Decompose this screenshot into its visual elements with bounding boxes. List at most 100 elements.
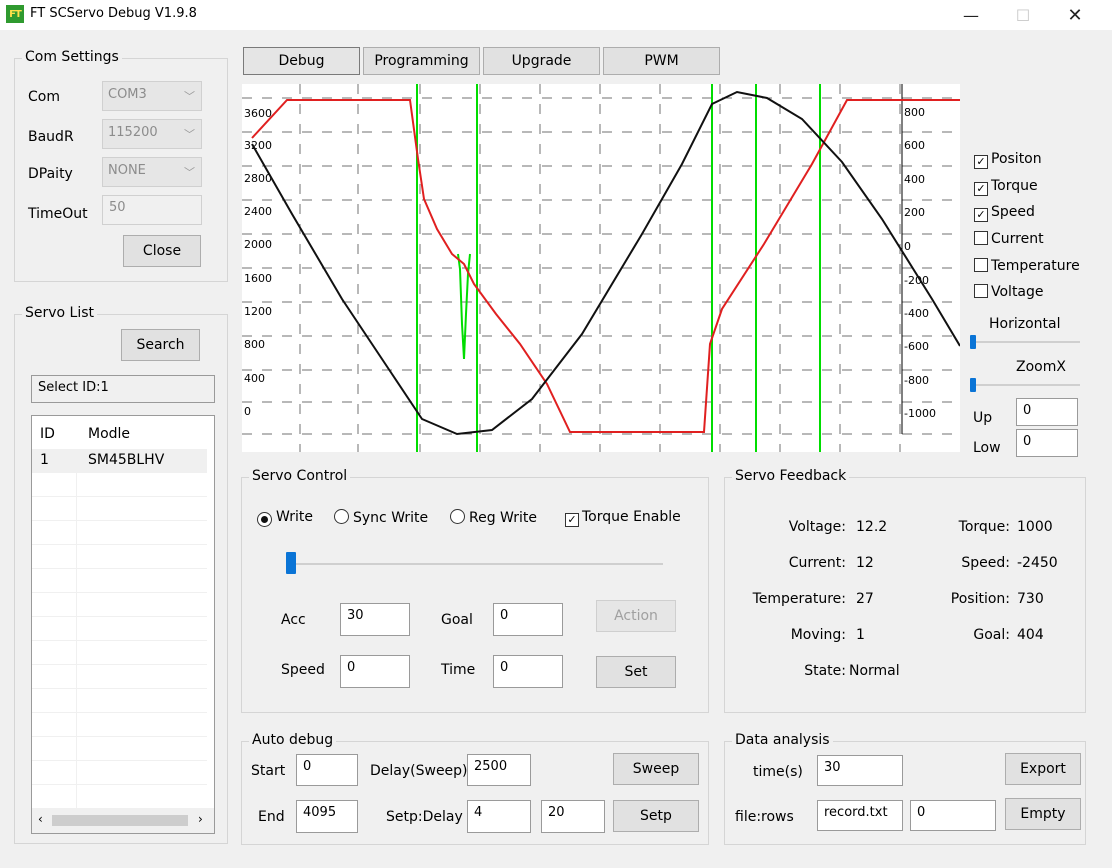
left-tick-label: 2000 <box>244 238 272 251</box>
speed-input[interactable]: 0 <box>340 655 410 688</box>
timeout-label: TimeOut <box>28 206 88 222</box>
column-header-id[interactable]: ID <box>40 426 55 442</box>
time-s-input[interactable]: 30 <box>817 755 903 786</box>
time-input[interactable]: 0 <box>493 655 563 688</box>
acc-input[interactable]: 30 <box>340 603 410 636</box>
radio-icon[interactable] <box>334 509 349 524</box>
com-select[interactable]: COM3 ﹀ <box>102 81 202 111</box>
right-tick-label: 800 <box>904 106 925 119</box>
rows-input[interactable]: 0 <box>910 800 996 831</box>
channel-current[interactable]: Current <box>974 231 1044 247</box>
goal-input[interactable]: 0 <box>493 603 563 636</box>
step-button[interactable]: Setp <box>613 800 699 832</box>
reg-write-label: Reg Write <box>469 510 538 526</box>
file-input[interactable]: record.txt <box>817 800 903 831</box>
scrollbar-thumb[interactable] <box>52 815 188 826</box>
scroll-left-icon[interactable]: ‹ <box>38 812 43 826</box>
close-icon[interactable]: ✕ <box>1052 0 1098 30</box>
baud-select[interactable]: 115200 ﹀ <box>102 119 202 149</box>
servo-control-title: Servo Control <box>249 468 351 484</box>
delay-sweep-input[interactable]: 2500 <box>467 754 531 786</box>
scroll-right-icon[interactable]: › <box>198 812 203 826</box>
tab-programming[interactable]: Programming <box>363 47 480 75</box>
checkbox-checked-icon[interactable]: ✓ <box>974 181 988 196</box>
horizontal-slider-track[interactable] <box>972 341 1080 343</box>
zoomx-slider-thumb[interactable] <box>970 378 976 392</box>
write-label: Write <box>276 509 313 525</box>
checkbox-checked-icon[interactable]: ✓ <box>565 512 579 527</box>
step-input[interactable]: 4 <box>467 800 531 833</box>
up-input[interactable]: 0 <box>1016 398 1078 426</box>
end-input[interactable]: 4095 <box>296 800 358 833</box>
position-slider-track[interactable] <box>290 563 663 565</box>
position-feedback-value: 730 <box>1017 591 1044 607</box>
set-button[interactable]: Set <box>596 656 676 688</box>
action-button[interactable]: Action <box>596 600 676 632</box>
channel-speed[interactable]: ✓ Speed <box>974 204 1035 222</box>
table-row <box>32 497 207 521</box>
torque-enable-checkbox[interactable]: ✓ Torque Enable <box>565 509 681 527</box>
position-feedback-label: Position: <box>950 591 1010 607</box>
close-port-button[interactable]: Close <box>123 235 201 267</box>
low-label: Low <box>973 440 1001 456</box>
radio-icon[interactable] <box>450 509 465 524</box>
table-row[interactable]: 1 SM45BLHV <box>32 449 207 473</box>
zoomx-slider-track[interactable] <box>972 384 1080 386</box>
tab-pwm[interactable]: PWM <box>603 47 720 75</box>
channel-voltage[interactable]: Voltage <box>974 284 1044 300</box>
low-input[interactable]: 0 <box>1016 429 1078 457</box>
sweep-button[interactable]: Sweep <box>613 753 699 785</box>
start-input[interactable]: 0 <box>296 754 358 786</box>
empty-button[interactable]: Empty <box>1005 798 1081 830</box>
write-radio[interactable]: Write <box>257 509 313 527</box>
checkbox-checked-icon[interactable]: ✓ <box>974 154 988 169</box>
parity-value: NONE <box>108 163 146 178</box>
servo-list-table[interactable]: ID Modle 1 SM45BLHV ‹ › <box>31 415 215 834</box>
horizontal-scrollbar[interactable]: ‹ › <box>32 808 214 833</box>
acc-label: Acc <box>281 612 306 628</box>
com-label: Com <box>28 89 60 105</box>
sync-write-radio[interactable]: Sync Write <box>334 509 428 526</box>
left-tick-label: 0 <box>244 405 251 418</box>
table-row <box>32 689 207 713</box>
reg-write-radio[interactable]: Reg Write <box>450 509 537 526</box>
parity-select[interactable]: NONE ﹀ <box>102 157 202 187</box>
start-label: Start <box>251 763 286 779</box>
end-label: End <box>258 809 285 825</box>
horizontal-slider-thumb[interactable] <box>970 335 976 349</box>
speed-feedback-label: Speed: <box>961 555 1010 571</box>
right-tick-label: 400 <box>904 173 925 186</box>
channel-torque[interactable]: ✓ Torque <box>974 178 1038 196</box>
baud-value: 115200 <box>108 125 158 140</box>
delay-input[interactable]: 20 <box>541 800 605 833</box>
table-row <box>32 593 207 617</box>
maximize-icon[interactable]: ☐ <box>1000 0 1046 30</box>
timeout-input[interactable]: 50 <box>102 195 202 225</box>
right-tick-label: -400 <box>904 307 929 320</box>
channel-temperature[interactable]: Temperature <box>974 258 1080 274</box>
table-row <box>32 545 207 569</box>
search-button[interactable]: Search <box>121 329 200 361</box>
column-header-model[interactable]: Modle <box>88 426 130 442</box>
minimize-icon[interactable]: — <box>948 0 994 30</box>
torque-enable-label: Torque Enable <box>582 509 681 525</box>
checkbox-icon[interactable] <box>974 258 988 272</box>
radio-selected-icon[interactable] <box>257 512 272 527</box>
tab-debug[interactable]: Debug <box>243 47 360 75</box>
torque-feedback-value: 1000 <box>1017 519 1053 535</box>
checkbox-icon[interactable] <box>974 284 988 298</box>
checkbox-checked-icon[interactable]: ✓ <box>974 207 988 222</box>
tab-upgrade[interactable]: Upgrade <box>483 47 600 75</box>
table-row <box>32 785 207 809</box>
checkbox-icon[interactable] <box>974 231 988 245</box>
state-value: Normal <box>849 663 900 679</box>
table-row <box>32 641 207 665</box>
channel-position[interactable]: ✓ Positon <box>974 151 1042 169</box>
chart-svg: 3600 3200 2800 2400 2000 1600 1200 800 4… <box>242 84 961 452</box>
export-button[interactable]: Export <box>1005 753 1081 785</box>
table-row <box>32 665 207 689</box>
chart-area: 3600 3200 2800 2400 2000 1600 1200 800 4… <box>242 84 961 452</box>
position-slider-thumb[interactable] <box>286 552 296 574</box>
channel-label: Voltage <box>991 284 1044 300</box>
auto-debug-title: Auto debug <box>249 732 337 748</box>
